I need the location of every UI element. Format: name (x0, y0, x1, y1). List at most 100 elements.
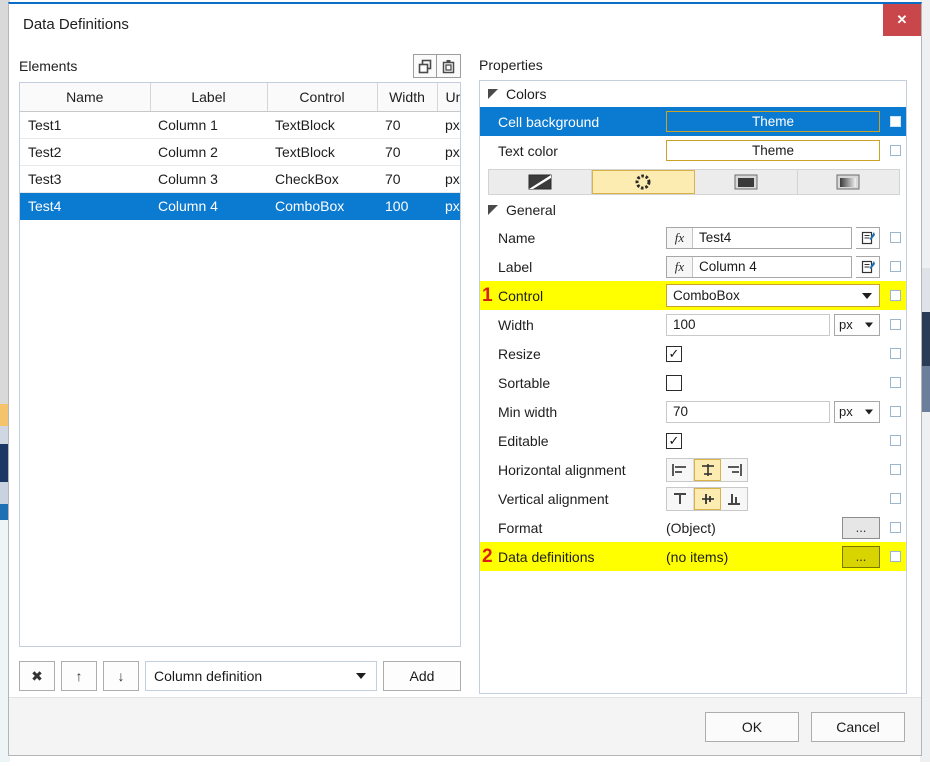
binding-checkbox-icon (890, 232, 901, 243)
property-binding-toggle[interactable] (884, 261, 906, 272)
table-row-selected[interactable]: Test4 Column 4 ComboBox 100 px (20, 192, 461, 219)
label-field[interactable]: fx Column 4 (666, 256, 852, 278)
property-row-resize[interactable]: Resize ✓ (480, 339, 906, 368)
move-up-button[interactable]: ↑ (61, 661, 97, 691)
property-row-control[interactable]: 1 Control ComboBox (480, 281, 906, 310)
property-binding-toggle[interactable] (884, 406, 906, 417)
align-center-icon[interactable] (694, 459, 722, 481)
gradient-color-icon[interactable] (798, 170, 900, 194)
property-binding-toggle[interactable] (884, 290, 906, 301)
align-middle-icon[interactable] (694, 488, 722, 510)
table-row[interactable]: Test1 Column 1 TextBlock 70 px (20, 111, 461, 138)
min-width-unit-value: px (839, 404, 853, 419)
control-select-value: ComboBox (673, 288, 740, 303)
property-row-cell-background[interactable]: Cell background Theme (480, 107, 906, 136)
property-row-editable[interactable]: Editable ✓ (480, 426, 906, 455)
cell-name: Test4 (20, 192, 150, 219)
property-binding-toggle[interactable] (884, 348, 906, 359)
align-left-icon[interactable] (667, 459, 694, 481)
data-definitions-open-dialog-button[interactable]: ... (842, 546, 880, 568)
property-binding-toggle[interactable] (884, 551, 906, 562)
property-binding-toggle[interactable] (884, 377, 906, 388)
cell-unit: px (437, 192, 461, 219)
sortable-checkbox[interactable] (666, 375, 682, 391)
function-icon[interactable]: fx (667, 257, 693, 277)
function-icon[interactable]: fx (667, 228, 693, 248)
width-unit-select[interactable]: px (834, 314, 880, 336)
align-top-icon[interactable] (667, 488, 694, 510)
cell-control: TextBlock (267, 138, 377, 165)
group-header-colors[interactable]: Colors (480, 81, 906, 107)
solid-color-icon[interactable] (695, 170, 798, 194)
cell-background-theme-field[interactable]: Theme (666, 111, 880, 132)
editable-checkbox[interactable]: ✓ (666, 433, 682, 449)
property-binding-toggle[interactable] (884, 145, 906, 156)
delete-element-button[interactable]: ✖ (19, 661, 55, 691)
property-value: ComboBox (666, 284, 884, 307)
elements-toolbar (413, 54, 461, 78)
property-value: fx Column 4 (666, 256, 884, 278)
property-binding-toggle[interactable] (884, 116, 906, 127)
group-title-colors: Colors (506, 86, 546, 102)
property-binding-toggle[interactable] (884, 522, 906, 533)
property-binding-toggle[interactable] (884, 493, 906, 504)
table-body: Test1 Column 1 TextBlock 70 px Test2 Col… (20, 111, 461, 219)
width-input[interactable]: 100 (666, 314, 830, 336)
group-title-general: General (506, 202, 556, 218)
resize-checkbox[interactable]: ✓ (666, 346, 682, 362)
annotation-marker-2: 2 (482, 546, 493, 568)
property-row-width[interactable]: Width 100 px (480, 310, 906, 339)
edit-expression-icon[interactable] (856, 256, 880, 278)
move-down-button[interactable]: ↓ (103, 661, 139, 691)
property-row-vertical-alignment[interactable]: Vertical alignment (480, 484, 906, 513)
property-label: Min width (498, 404, 666, 420)
property-label: Data definitions (498, 549, 666, 565)
property-binding-toggle[interactable] (884, 319, 906, 330)
min-width-unit-select[interactable]: px (834, 401, 880, 423)
align-bottom-icon[interactable] (721, 488, 747, 510)
property-binding-toggle[interactable] (884, 232, 906, 243)
elements-table[interactable]: Name Label Control Width Unit Test1 Colu… (19, 82, 461, 647)
ok-button[interactable]: OK (705, 712, 799, 742)
chevron-down-icon (865, 322, 873, 327)
column-header-width[interactable]: Width (377, 83, 437, 111)
copy-icon[interactable] (413, 54, 437, 78)
property-row-min-width[interactable]: Min width 70 px (480, 397, 906, 426)
column-header-label[interactable]: Label (150, 83, 267, 111)
min-width-input[interactable]: 70 (666, 401, 830, 423)
add-button[interactable]: Add (383, 661, 461, 691)
property-value: 70 px (666, 401, 884, 423)
check-mark-icon: ✓ (669, 434, 680, 447)
dialog-titlebar: Data Definitions ✕ (9, 4, 921, 44)
table-row[interactable]: Test2 Column 2 TextBlock 70 px (20, 138, 461, 165)
cancel-button[interactable]: Cancel (811, 712, 905, 742)
paste-icon[interactable] (437, 54, 461, 78)
theme-color-icon[interactable] (592, 170, 696, 194)
name-field[interactable]: fx Test4 (666, 227, 852, 249)
property-row-sortable[interactable]: Sortable (480, 368, 906, 397)
property-row-format[interactable]: Format (Object) ... (480, 513, 906, 542)
no-color-icon[interactable] (489, 170, 592, 194)
column-header-unit[interactable]: Unit (437, 83, 461, 111)
column-header-control[interactable]: Control (267, 83, 377, 111)
text-color-theme-field[interactable]: Theme (666, 140, 880, 161)
column-header-name[interactable]: Name (20, 83, 150, 111)
binding-checkbox-icon (890, 261, 901, 272)
property-label: Name (498, 230, 666, 246)
property-row-name[interactable]: Name fx Test4 (480, 223, 906, 252)
property-row-data-definitions[interactable]: 2 Data definitions (no items) ... (480, 542, 906, 571)
group-header-general[interactable]: General (480, 197, 906, 223)
property-row-text-color[interactable]: Text color Theme (480, 136, 906, 165)
property-row-horizontal-alignment[interactable]: Horizontal alignment (480, 455, 906, 484)
close-button[interactable]: ✕ (883, 4, 921, 36)
table-row[interactable]: Test3 Column 3 CheckBox 70 px (20, 165, 461, 192)
add-type-select[interactable]: Column definition (145, 661, 377, 691)
control-select[interactable]: ComboBox (666, 284, 880, 307)
property-row-label[interactable]: Label fx Column 4 (480, 252, 906, 281)
edit-expression-icon[interactable] (856, 227, 880, 249)
property-binding-toggle[interactable] (884, 464, 906, 475)
property-binding-toggle[interactable] (884, 435, 906, 446)
format-open-dialog-button[interactable]: ... (842, 517, 880, 539)
property-value: Theme (666, 140, 884, 161)
align-right-icon[interactable] (721, 459, 747, 481)
